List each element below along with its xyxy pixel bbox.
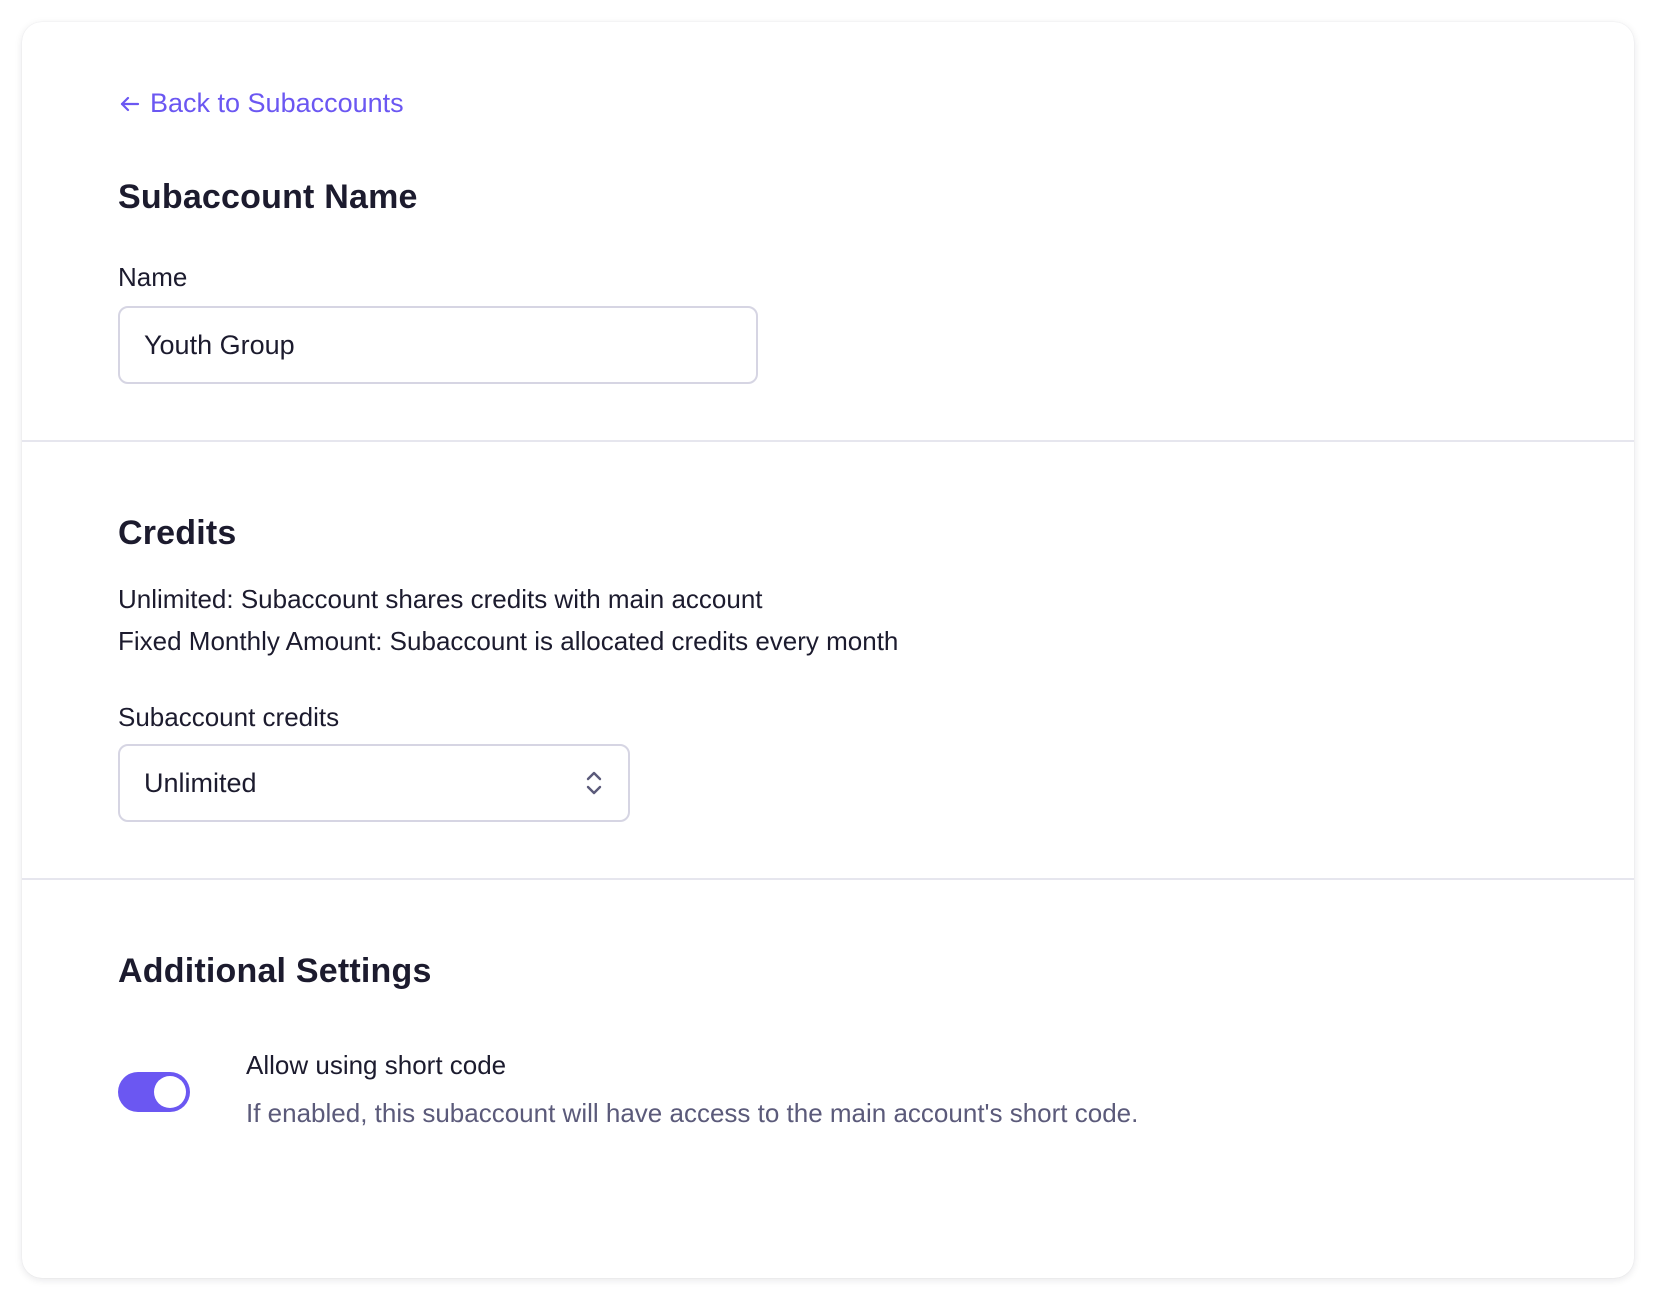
credits-heading: Credits xyxy=(118,514,237,552)
select-value: Unlimited xyxy=(144,767,257,798)
chevron-up-down-icon xyxy=(586,771,602,795)
credits-section: Credits Unlimited: Subaccount shares cre… xyxy=(22,442,1634,878)
credits-description-fixed: Fixed Monthly Amount: Subaccount is allo… xyxy=(118,626,899,656)
additional-settings-section: Additional Settings Allow using short co… xyxy=(22,880,1634,1278)
name-input[interactable] xyxy=(118,306,758,384)
short-code-setting-title: Allow using short code xyxy=(246,1050,507,1080)
subaccount-credits-label: Subaccount credits xyxy=(118,702,340,732)
short-code-toggle[interactable] xyxy=(118,1072,190,1112)
additional-settings-heading: Additional Settings xyxy=(118,952,432,990)
credits-description-unlimited: Unlimited: Subaccount shares credits wit… xyxy=(118,584,763,614)
back-to-subaccounts-link[interactable]: Back to Subaccounts xyxy=(118,88,404,119)
toggle-knob xyxy=(154,1076,186,1108)
subaccount-settings-card: Back to Subaccounts Subaccount Name Name… xyxy=(22,22,1634,1278)
subaccount-name-heading: Subaccount Name xyxy=(118,178,418,216)
short-code-setting-help: If enabled, this subaccount will have ac… xyxy=(246,1098,1139,1128)
subaccount-name-section: Back to Subaccounts Subaccount Name Name xyxy=(22,22,1634,440)
back-link-label: Back to Subaccounts xyxy=(150,88,404,118)
name-field-label: Name xyxy=(118,262,188,292)
subaccount-credits-select[interactable]: Unlimited xyxy=(118,744,630,822)
arrow-left-icon xyxy=(120,96,140,111)
